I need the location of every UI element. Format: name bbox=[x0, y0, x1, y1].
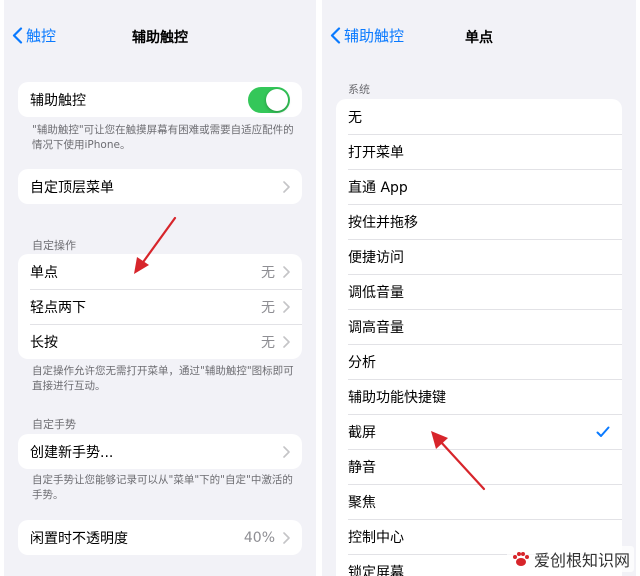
create-gesture-row[interactable]: 创建新手势... bbox=[18, 434, 302, 469]
option-label: 分析 bbox=[348, 354, 376, 371]
option-label: 按住并拖移 bbox=[348, 214, 418, 231]
option-label: 聚焦 bbox=[348, 494, 376, 511]
option-row[interactable]: 调高音量 bbox=[336, 309, 622, 344]
single-tap-label: 单点 bbox=[30, 264, 58, 281]
option-row[interactable]: 静音 bbox=[336, 449, 622, 484]
double-tap-label: 轻点两下 bbox=[30, 299, 86, 316]
custom-actions-footnote: 自定操作允许您无需打开菜单，通过"辅助触控"图标即可直接进行互动。 bbox=[32, 365, 294, 392]
watermark: 爱创根知识网 bbox=[506, 546, 634, 572]
option-label: 控制中心 bbox=[348, 529, 404, 546]
option-row[interactable]: 分析 bbox=[336, 344, 622, 379]
custom-actions-group: 单点 无 轻点两下 无 长按 无 bbox=[18, 254, 302, 359]
option-row[interactable]: 调低音量 bbox=[336, 274, 622, 309]
watermark-text: 爱创根知识网 bbox=[533, 551, 630, 570]
create-gesture-label: 创建新手势... bbox=[30, 444, 114, 461]
option-label: 截屏 bbox=[348, 424, 376, 441]
option-row[interactable]: 打开菜单 bbox=[336, 134, 622, 169]
chevron-right-icon bbox=[283, 300, 290, 313]
double-tap-value: 无 bbox=[261, 299, 275, 316]
idle-opacity-row[interactable]: 闲置时不透明度 40% bbox=[18, 520, 302, 555]
single-tap-screen: 辅助触控 单点 系统 无打开菜单直通 App 按住并拖移便捷访问调低音量调高音量分… bbox=[322, 0, 636, 576]
option-row[interactable]: 直通 App bbox=[336, 169, 622, 204]
back-button[interactable]: 触控 bbox=[12, 25, 56, 46]
chevron-right-icon bbox=[283, 531, 290, 544]
option-row[interactable]: 按住并拖移 bbox=[336, 204, 622, 239]
action-options-list: 无打开菜单直通 App 按住并拖移便捷访问调低音量调高音量分析辅助功能快捷键 截屏静… bbox=[336, 99, 622, 576]
option-label: 调低音量 bbox=[348, 284, 404, 301]
chevron-right-icon bbox=[283, 265, 290, 278]
option-label: 便捷访问 bbox=[348, 249, 404, 266]
option-label: 辅助功能快捷键 bbox=[348, 389, 446, 406]
back-label: 触控 bbox=[26, 27, 57, 45]
chevron-right-icon bbox=[283, 180, 290, 193]
top-menu-group: 自定顶层菜单 bbox=[18, 169, 302, 204]
assistive-touch-row: 辅助触控 bbox=[18, 82, 302, 117]
system-section-header: 系统 bbox=[348, 83, 370, 96]
single-tap-value: 无 bbox=[261, 264, 275, 281]
idle-opacity-label: 闲置时不透明度 bbox=[30, 530, 128, 547]
back-label: 辅助触控 bbox=[344, 27, 405, 45]
back-button[interactable]: 辅助触控 bbox=[330, 25, 404, 46]
option-row[interactable]: 无 bbox=[336, 99, 622, 134]
assistive-touch-toggle[interactable] bbox=[248, 86, 290, 113]
option-row[interactable]: 聚焦 bbox=[336, 484, 622, 519]
long-press-label: 长按 bbox=[30, 334, 58, 351]
assistive-touch-footnote: "辅助触控"可让您在触摸屏幕有困难或需要自适应配件的情况下使用iPhone。 bbox=[32, 124, 294, 151]
custom-gestures-footnote: 自定手势让您能够记录可以从"菜单"下的"自定"中激活的手势。 bbox=[32, 474, 293, 501]
single-tap-row[interactable]: 单点 无 bbox=[18, 254, 302, 289]
chevron-left-icon bbox=[12, 27, 23, 44]
option-row[interactable]: 便捷访问 bbox=[336, 239, 622, 274]
long-press-value: 无 bbox=[261, 334, 275, 351]
nav-bar: 触控 辅助触控 bbox=[4, 22, 316, 52]
idle-opacity-value: 40% bbox=[243, 529, 275, 546]
idle-opacity-group: 闲置时不透明度 40% bbox=[18, 520, 302, 555]
option-label: 打开菜单 bbox=[348, 144, 404, 161]
nav-bar: 辅助触控 单点 bbox=[322, 22, 636, 52]
customize-top-menu-label: 自定顶层菜单 bbox=[30, 179, 114, 196]
assistive-touch-label: 辅助触控 bbox=[30, 92, 86, 109]
option-label: 无 bbox=[348, 109, 362, 126]
checkmark-icon bbox=[596, 426, 610, 437]
option-label: 静音 bbox=[348, 459, 376, 476]
chevron-right-icon bbox=[283, 335, 290, 348]
customize-top-menu-row[interactable]: 自定顶层菜单 bbox=[18, 169, 302, 204]
toggle-knob bbox=[266, 88, 288, 111]
paw-logo-icon bbox=[512, 552, 529, 566]
custom-gestures-group: 创建新手势... bbox=[18, 434, 302, 469]
option-label: 调高音量 bbox=[348, 319, 404, 336]
double-tap-row[interactable]: 轻点两下 无 bbox=[18, 289, 302, 324]
custom-gestures-header: 自定手势 bbox=[32, 418, 76, 431]
chevron-right-icon bbox=[283, 445, 290, 458]
custom-actions-header: 自定操作 bbox=[32, 239, 76, 252]
long-press-row[interactable]: 长按 无 bbox=[18, 324, 302, 359]
main-toggle-group: 辅助触控 bbox=[18, 82, 302, 117]
option-row[interactable]: 截屏 bbox=[336, 414, 622, 449]
chevron-left-icon bbox=[330, 27, 341, 44]
accessibility-touch-screen: 触控 辅助触控 辅助触控 "辅助触控"可让您在触摸屏幕有困难或需要自适应配件的情… bbox=[4, 0, 316, 576]
option-row[interactable]: 辅助功能快捷键 bbox=[336, 379, 622, 414]
option-label: 直通 App bbox=[348, 179, 408, 196]
